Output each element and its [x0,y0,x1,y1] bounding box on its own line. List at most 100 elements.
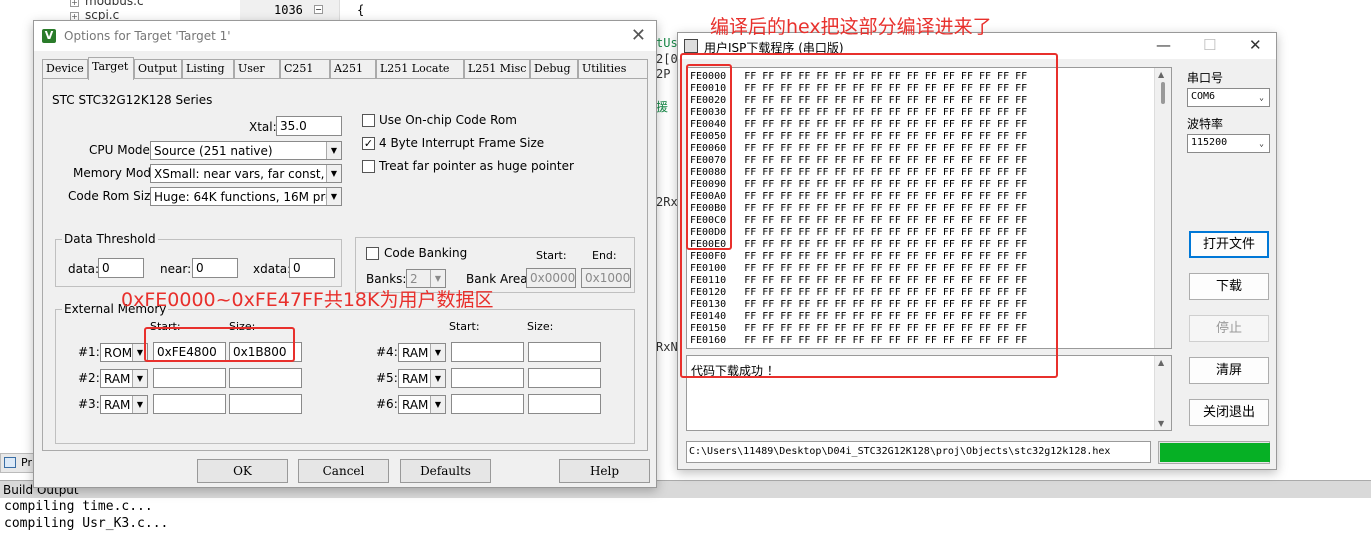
build-output-panel[interactable]: compiling time.c... compiling Usr_K3.c..… [0,498,1371,537]
code-rom-size-select[interactable]: Huge: 64K functions, 16M progr. ▼ [150,187,342,206]
dropdown-arrow-icon: ▼ [430,344,445,361]
tab-utilities[interactable]: Utilities [578,59,648,79]
ext-type-select[interactable]: RAM ▼ [100,369,148,388]
ext-row-label: #6: [376,397,398,411]
ok-button[interactable]: OK [197,459,288,483]
close-exit-button[interactable]: 关闭退出 [1189,399,1269,426]
scroll-thumb[interactable] [1161,82,1165,104]
data-threshold-input[interactable]: 0 [98,258,144,278]
message-scrollbar[interactable]: ▲ ▼ [1154,356,1171,430]
tree-item-label: modbus.c [85,0,144,8]
file-path-field[interactable]: C:\Users\11489\Desktop\D04i_STC32G12K128… [686,441,1151,463]
ext-type-value: RAM [402,398,429,412]
ext-start-input[interactable] [451,368,524,388]
ext-type-value: ROM [104,346,133,360]
interrupt-frame-checkbox[interactable]: ✓ [362,137,375,150]
ext-start-input[interactable] [451,394,524,414]
ext-row-label: #4: [376,345,398,359]
fold-icon[interactable]: − [314,5,323,14]
ext-type-value: RAM [104,372,131,386]
hex-scrollbar[interactable]: ▲ [1154,68,1171,348]
project-tab-label: Pr [21,456,32,469]
open-file-button[interactable]: 打开文件 [1189,231,1269,258]
cpu-mode-value: Source (251 native) [154,144,273,158]
code-banking-label: Code Banking [384,246,468,260]
scroll-up-icon[interactable]: ▲ [1158,358,1164,367]
clear-screen-button[interactable]: 清屏 [1189,357,1269,384]
ext-type-value: RAM [104,398,131,412]
baud-select[interactable]: 115200 ⌄ [1187,134,1270,153]
tab-c251[interactable]: C251 [280,59,330,79]
cancel-button[interactable]: Cancel [298,459,389,483]
cpu-mode-select[interactable]: Source (251 native) ▼ [150,141,342,160]
memory-model-select[interactable]: XSmall: near vars, far const, ptr-4 ▼ [150,164,342,183]
tab-listing[interactable]: Listing [182,59,234,79]
download-button[interactable]: 下载 [1189,273,1269,300]
ext-type-value: RAM [402,346,429,360]
tab-a251[interactable]: A251 [330,59,376,79]
use-onchip-rom-checkbox[interactable] [362,114,375,127]
code-fragment: 2[0 [656,52,678,66]
close-icon[interactable]: ✕ [631,25,646,46]
near-label: near: [160,262,192,276]
dropdown-arrow-icon: ▼ [430,370,445,387]
banking-start-label: Start: [536,249,567,262]
stop-button[interactable]: 停止 [1189,315,1269,342]
xdata-threshold-input[interactable]: 0 [289,258,335,278]
project-tab[interactable]: Pr [0,453,34,473]
near-threshold-input[interactable]: 0 [192,258,238,278]
dropdown-arrow-icon: ▼ [326,165,341,182]
far-pointer-checkbox[interactable] [362,160,375,173]
ext-start-input[interactable] [153,368,226,388]
defaults-button[interactable]: Defaults [400,459,491,483]
ext-type-select[interactable]: RAM ▼ [100,395,148,414]
help-button[interactable]: Help [559,459,650,483]
data-threshold-title: Data Threshold [62,232,158,246]
ext-size-input[interactable] [528,342,601,362]
expand-icon[interactable]: + [70,0,79,7]
xtal-input[interactable]: 35.0 [276,116,342,136]
ext-size-input[interactable] [528,394,601,414]
ext-size-input[interactable] [229,368,302,388]
ext-size-input[interactable] [229,394,302,414]
tab-debug[interactable]: Debug [530,59,578,79]
build-line: compiling Usr_K3.c... [4,516,169,531]
bank-area-start-input[interactable]: 0x0000 [526,268,576,288]
port-select[interactable]: COM6 ⌄ [1187,88,1270,107]
xdata-label: xdata: [253,262,292,276]
minimize-icon[interactable]: — [1156,36,1171,54]
tab-output[interactable]: Output [134,59,182,79]
ext-row-label: #3: [78,397,100,411]
bank-area-end-input[interactable]: 0x10000 [581,268,631,288]
tree-item[interactable]: + modbus.c [70,0,144,8]
scroll-down-icon[interactable]: ▼ [1158,419,1164,428]
ext-size-input[interactable] [528,368,601,388]
ext-type-select[interactable]: RAM ▼ [398,369,446,388]
options-dialog: V Options for Target 'Target 1' ✕ Device… [33,20,657,488]
ext-row-label: #5: [376,371,398,385]
baud-label: 波特率 [1187,117,1224,131]
ext-type-select[interactable]: RAM ▼ [398,343,446,362]
code-fragment: 2Rx [656,195,678,209]
ext-type-select[interactable]: ROM ▼ [100,343,148,362]
xtal-label: Xtal: [249,120,277,134]
tab-l251-locate[interactable]: L251 Locate [376,59,464,79]
tab-l251-misc[interactable]: L251 Misc [464,59,530,79]
ext-type-select[interactable]: RAM ▼ [398,395,446,414]
close-icon[interactable]: ✕ [1249,36,1262,54]
scroll-up-icon[interactable]: ▲ [1158,70,1164,79]
app-icon [684,39,698,53]
port-label: 串口号 [1187,71,1224,85]
tab-user[interactable]: User [234,59,280,79]
code-fragment: 援 [656,100,669,114]
ext-row-label: #2: [78,371,100,385]
ext-size-label: Size: [527,320,554,333]
code-banking-checkbox[interactable] [366,247,379,260]
ext-start-input[interactable] [153,394,226,414]
banks-value: 2 [410,272,418,286]
tab-target[interactable]: Target [88,57,134,80]
maximize-icon[interactable]: ☐ [1203,36,1216,54]
cpu-mode-label: CPU Mode: [89,143,154,157]
tab-device[interactable]: Device [42,59,88,79]
ext-start-input[interactable] [451,342,524,362]
